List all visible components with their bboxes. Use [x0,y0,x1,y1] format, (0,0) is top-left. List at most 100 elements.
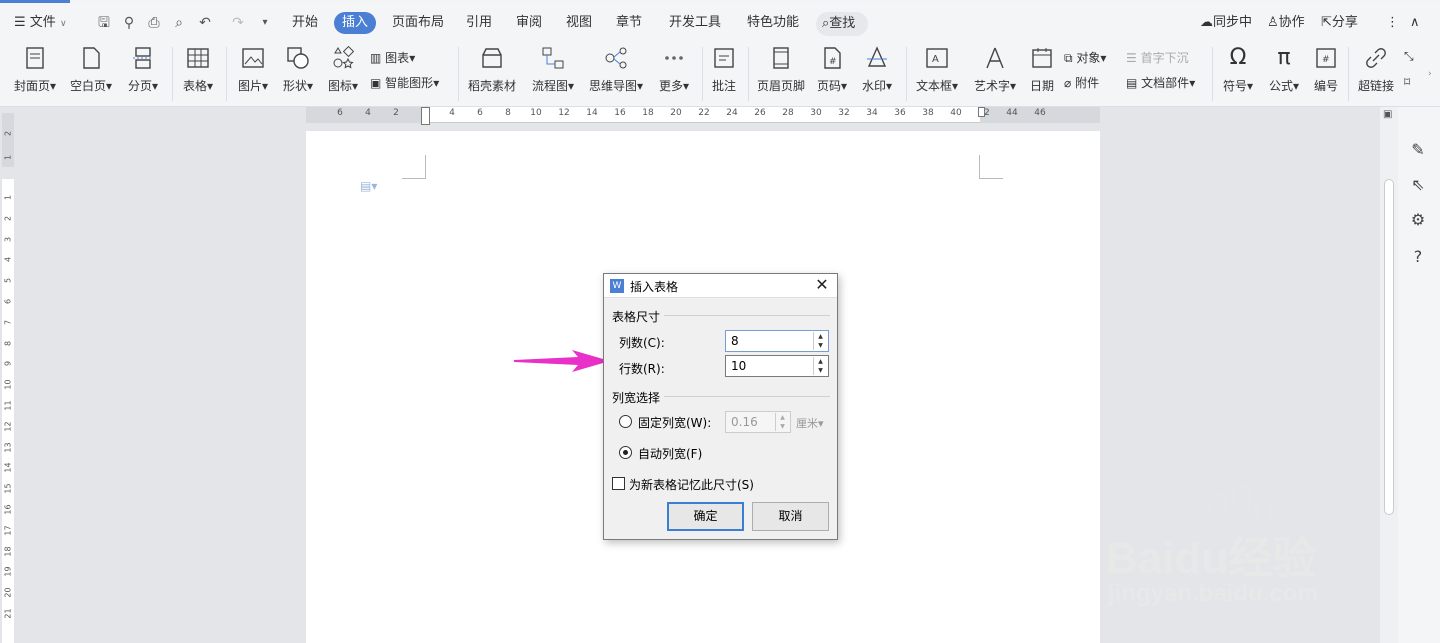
spin-down-icon[interactable]: ▼ [814,366,827,375]
close-icon[interactable]: ✕ [813,276,831,294]
hyperlink-button[interactable]: 超链接 [1354,45,1398,94]
comment-button[interactable]: 批注 [706,45,742,94]
wordart-button[interactable]: 艺术字▾ [970,45,1020,94]
vertical-ruler[interactable]: 2 1 1 2 3 4 5 6 7 8 9 10 11 12 13 14 15 16 17 18 19 20 21 [0,107,16,643]
print-icon[interactable]: ⎙ [146,15,162,31]
tab-references[interactable]: 引用 [458,12,500,34]
columns-stepper[interactable]: 8 ▲ ▼ [725,330,829,352]
file-menu[interactable]: ☰ 文件 ∨ [14,12,67,34]
numbering-button[interactable]: # 编号 [1310,45,1342,94]
unit-dropdown[interactable]: 厘米▾ [796,415,824,431]
undo-icon[interactable]: ↶ [197,15,213,31]
tab-insert[interactable]: 插入 [334,12,377,34]
scroll-ruler-toggle-icon[interactable]: ▣ [1383,109,1395,121]
remember-size-label[interactable]: 为新表格记忆此尺寸(S) [629,476,754,493]
spin-up-icon[interactable]: ▲ [814,332,827,341]
calendar-icon [1032,48,1052,68]
vertical-scrollbar[interactable]: ▣ [1380,107,1398,643]
scrollbar-thumb[interactable] [1384,179,1394,515]
table-icon [187,48,209,68]
print-preview-icon[interactable]: ⌕ [171,15,187,31]
table-button[interactable]: 表格▾ [178,45,218,94]
page-break-button[interactable]: 分页▾ [122,45,164,94]
tab-special[interactable]: 特色功能 [739,12,807,34]
bookmark-icon[interactable]: ⌑ [1404,73,1410,91]
more-button[interactable]: 更多▾ [654,45,694,94]
vruler-tick-label: 14 [3,462,13,473]
shape-button[interactable]: 形状▾ [279,45,317,94]
fixed-width-radio[interactable] [619,415,632,428]
object-button[interactable]: ⧉ 对象▾ [1064,49,1106,67]
picture-button[interactable]: 图片▾ [234,45,272,94]
redo-icon[interactable]: ↷ [230,15,246,31]
tab-review[interactable]: 审阅 [508,12,550,34]
ribbon-scroll-right-icon[interactable]: › [1428,65,1432,83]
collapse-ribbon-icon[interactable]: ∧ [1410,12,1420,34]
watermark-button[interactable]: 水印▾ [858,45,896,94]
columns-value[interactable]: 8 [731,334,739,348]
horizontal-ruler[interactable]: 6422468101214161820222426283032343638404… [0,107,1380,129]
remember-size-checkbox[interactable] [612,477,625,490]
indent-marker-icon[interactable] [421,107,430,125]
format-painter-icon[interactable]: ⚲ [121,15,137,31]
ribbon-separator [226,47,227,101]
ok-button[interactable]: 确定 [667,502,744,531]
select-cursor-icon[interactable]: ⇖ [1408,175,1428,195]
icon-button[interactable]: 图标▾ [324,45,362,94]
flowchart-button[interactable]: 流程图▾ [528,45,578,94]
tab-view[interactable]: 视图 [558,12,600,34]
edit-pen-icon[interactable]: ✎ [1408,140,1428,160]
right-indent-marker-icon[interactable] [978,107,985,117]
fixed-width-stepper[interactable]: 0.16 ▲ ▼ [725,411,791,433]
ruler-tick-label: 20 [670,108,682,118]
blank-page-button[interactable]: 空白页▾ [66,45,116,94]
fixed-width-label[interactable]: 固定列宽(W): [638,414,711,431]
textbox-button[interactable]: A 文本框▾ [912,45,962,94]
page-number-button[interactable]: # 页码▾ [814,45,850,94]
daoke-material-button[interactable]: 稻壳素材 [466,45,518,94]
cloud-sync-icon: ☁ [1200,15,1213,30]
fixed-width-spin-arrows[interactable]: ▲ ▼ [775,413,789,431]
share-button[interactable]: ⇱分享 [1321,12,1358,34]
collaborate-button[interactable]: ♙协作 [1267,12,1305,34]
spin-up-icon[interactable]: ▲ [776,413,789,422]
more-options-icon[interactable]: ⋮ [1386,12,1399,34]
spin-up-icon[interactable]: ▲ [814,357,827,366]
rows-stepper[interactable]: 10 ▲ ▼ [725,355,829,377]
cover-page-button[interactable]: 封面页▾ [10,45,60,94]
rows-spin-arrows[interactable]: ▲ ▼ [813,357,827,375]
cross-reference-icon[interactable]: ⤡ [1404,47,1414,65]
rows-value[interactable]: 10 [731,359,746,373]
tab-section[interactable]: 章节 [608,12,650,34]
paragraph-marker-icon[interactable]: ▤▾ [360,179,377,193]
spin-down-icon[interactable]: ▼ [776,422,789,431]
attachment-button[interactable]: ⌀ 附件 [1064,74,1099,92]
tab-page-layout[interactable]: 页面布局 [384,12,452,34]
fixed-width-value[interactable]: 0.16 [731,415,758,429]
dialog-titlebar[interactable]: W 插入表格 ✕ [604,274,837,298]
chart-button[interactable]: ▥ 图表▾ [370,49,415,67]
auto-width-radio[interactable] [619,446,632,459]
header-footer-button[interactable]: 页眉页脚 [754,45,808,94]
sync-status[interactable]: ☁同步中 [1200,12,1252,34]
mindmap-button[interactable]: 思维导图▾ [586,45,646,94]
columns-spin-arrows[interactable]: ▲ ▼ [813,332,827,350]
formula-button[interactable]: π 公式▾ [1264,45,1304,94]
search-button[interactable]: ⌕查找 [816,12,868,36]
tab-home[interactable]: 开始 [284,12,326,34]
drop-cap-button[interactable]: ☰ 首字下沉 [1126,49,1189,67]
svg-text:#: # [829,57,837,67]
cancel-button[interactable]: 取消 [752,502,829,531]
date-button[interactable]: 日期 [1026,45,1058,94]
help-icon[interactable]: ? [1408,247,1428,267]
symbol-button[interactable]: Ω 符号▾ [1218,45,1258,94]
settings-sliders-icon[interactable]: ⚙ [1408,210,1428,230]
save-icon[interactable]: 🖫 [96,15,112,31]
spin-down-icon[interactable]: ▼ [814,341,827,350]
ruler-tick-label: 26 [754,108,766,118]
doc-parts-button[interactable]: ▤ 文档部件▾ [1126,74,1195,92]
tab-developer[interactable]: 开发工具 [661,12,729,34]
auto-width-label[interactable]: 自动列宽(F) [638,445,702,462]
smart-graphic-button[interactable]: ▣ 智能图形▾ [370,74,439,92]
customize-toolbar-icon[interactable]: ▾ [257,15,273,31]
